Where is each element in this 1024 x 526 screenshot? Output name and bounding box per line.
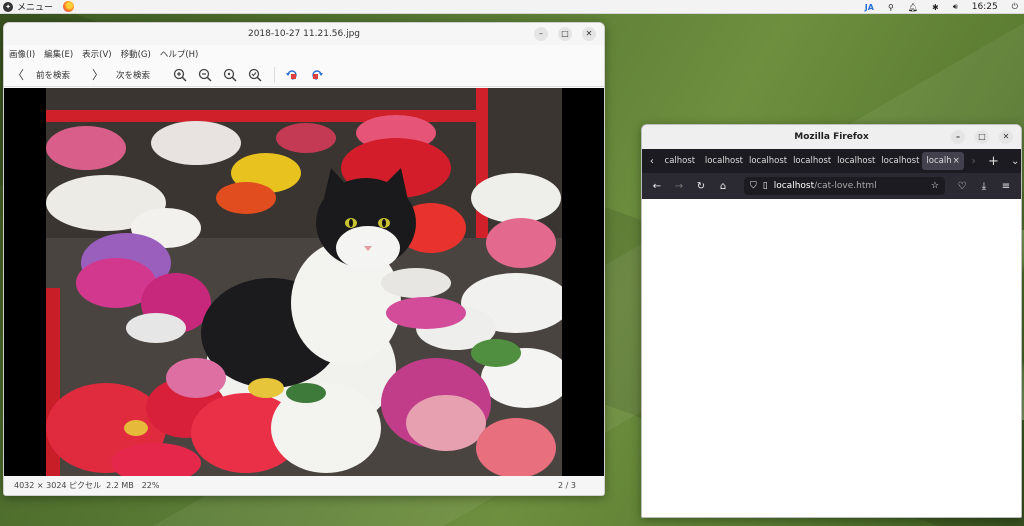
firefox-close-button[interactable]: ✕ (999, 130, 1013, 144)
menu-logo-icon[interactable]: ✦ (3, 1, 13, 12)
bluetooth-icon[interactable]: ✱ (932, 3, 939, 12)
chevron-left-icon: 〈 (12, 68, 25, 82)
link-icon[interactable]: ⚲ (888, 3, 894, 12)
hamburger-menu-icon[interactable]: ≡ (995, 181, 1017, 192)
tab[interactable]: localhost (746, 156, 790, 166)
firefox-launcher-icon[interactable] (63, 1, 75, 12)
rotate-left-icon[interactable] (284, 67, 300, 83)
home-icon[interactable]: ⌂ (712, 181, 734, 192)
zoom-normal-icon[interactable] (222, 67, 238, 83)
minimize-button[interactable]: – (534, 27, 548, 41)
tab-active[interactable]: localh × (922, 152, 964, 170)
reload-icon[interactable]: ↻ (690, 181, 712, 192)
tab[interactable]: localhost (702, 156, 746, 166)
maximize-button[interactable]: □ (558, 27, 572, 41)
chevron-right-icon: 〉 (92, 68, 105, 82)
menu-label[interactable]: メニュー (17, 0, 53, 13)
tab-scroll-left-icon[interactable]: ‹ (646, 156, 658, 167)
viewer-toolbar: 〈 前を検索 〉 次を検索 (4, 63, 604, 87)
viewer-titlebar[interactable]: 2018-10-27 11.21.56.jpg – □ ✕ (4, 23, 604, 45)
list-tabs-icon[interactable]: ⌄ (1009, 156, 1021, 167)
firefox-window: Mozilla Firefox – □ ✕ ‹ calhost localhos… (641, 124, 1022, 518)
image-canvas[interactable] (4, 88, 604, 476)
firefox-maximize-button[interactable]: □ (975, 130, 989, 144)
menu-go[interactable]: 移動(G) (121, 48, 151, 60)
previous-label: 前を検索 (36, 70, 71, 81)
menu-help[interactable]: ヘルプ(H) (160, 48, 199, 60)
image-viewer-window: 2018-10-27 11.21.56.jpg – □ ✕ 画像(I) 編集(E… (3, 22, 605, 496)
clock[interactable]: 16:25 (972, 2, 998, 12)
page-content[interactable] (642, 199, 1021, 517)
notification-bell-icon[interactable]: 🔔︎ (908, 3, 918, 12)
menu-edit[interactable]: 編集(E) (44, 48, 73, 60)
menu-image[interactable]: 画像(I) (9, 48, 35, 60)
close-button[interactable]: ✕ (582, 27, 596, 41)
image-dimensions: 4032 × 3024 ピクセル (14, 481, 102, 490)
zoom-in-icon[interactable] (172, 67, 188, 83)
back-icon[interactable]: ← (646, 181, 668, 192)
volume-icon[interactable]: 🔊︎ (953, 2, 958, 12)
toolbar-separator (274, 66, 276, 83)
next-label: 次を検索 (116, 70, 151, 81)
tab-active-label: localh (926, 156, 952, 166)
downloads-icon[interactable]: ⤓ (973, 181, 995, 192)
zoom-fit-icon[interactable] (247, 67, 263, 83)
firefox-titlebar[interactable]: Mozilla Firefox – □ ✕ (642, 125, 1021, 149)
tab[interactable]: localhost (878, 156, 922, 166)
firefox-minimize-button[interactable]: – (951, 130, 965, 144)
tab[interactable]: localhost (790, 156, 834, 166)
url-host: localhost (773, 181, 815, 191)
page-icon: ▯ (762, 181, 768, 191)
url-path: /cat-love.html (814, 181, 877, 191)
viewer-menubar: 画像(I) 編集(E) 表示(V) 移動(G) ヘルプ(H) (4, 45, 604, 63)
menu-view[interactable]: 表示(V) (82, 48, 111, 60)
top-panel: ✦ メニュー JA ⚲ 🔔︎ ✱ 🔊︎ 16:25 ⏻ (0, 0, 1024, 14)
viewer-statusbar: 4032 × 3024 ピクセル 2.2 MB 22% 2 / 3 (4, 476, 604, 495)
tab-scroll-right-icon[interactable]: › (968, 156, 980, 167)
tab[interactable]: localhost (834, 156, 878, 166)
url-bar[interactable]: ⛉ ▯ localhost/cat-love.html ☆ (744, 177, 945, 195)
viewer-title: 2018-10-27 11.21.56.jpg (247, 29, 361, 39)
zoom-out-icon[interactable] (197, 67, 213, 83)
forward-icon[interactable]: → (668, 181, 690, 192)
cat-photo (46, 88, 562, 476)
firefox-title: Mozilla Firefox (794, 132, 869, 142)
pocket-icon[interactable]: ♡ (951, 181, 973, 192)
tab[interactable]: calhost (658, 156, 702, 166)
next-button[interactable]: 〉 次を検索 (92, 66, 150, 83)
input-method-indicator[interactable]: JA (865, 3, 874, 12)
zoom-level: 22% (141, 481, 160, 490)
image-filesize: 2.2 MB (106, 481, 134, 490)
new-tab-icon[interactable]: + (988, 154, 1000, 169)
rotate-right-icon[interactable] (309, 67, 325, 83)
tab-close-icon[interactable]: × (953, 152, 960, 170)
page-indicator: 2 / 3 (558, 481, 576, 490)
shield-icon[interactable]: ⛉ (750, 181, 757, 191)
power-icon[interactable]: ⏻ (1012, 2, 1018, 12)
bookmark-star-icon[interactable]: ☆ (931, 181, 939, 191)
previous-button[interactable]: 〈 前を検索 (12, 66, 70, 83)
firefox-navbar: ← → ↻ ⌂ ⛉ ▯ localhost/cat-love.html ☆ ♡ … (642, 173, 1021, 199)
firefox-tabbar: ‹ calhost localhost localhost localhost … (642, 149, 1021, 173)
